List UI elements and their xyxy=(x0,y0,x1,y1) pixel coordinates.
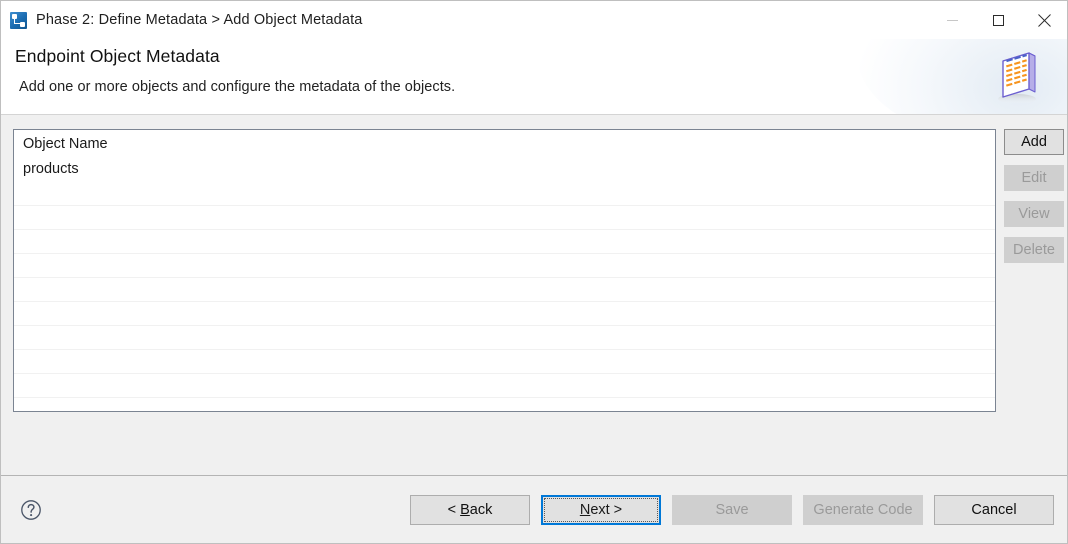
view-button: View xyxy=(1004,201,1064,227)
list-item-empty[interactable] xyxy=(14,302,995,326)
list-item[interactable]: products xyxy=(14,156,995,182)
cancel-button[interactable]: Cancel xyxy=(934,494,1054,525)
generate-code-button: Generate Code xyxy=(803,494,923,525)
close-button[interactable] xyxy=(1021,1,1067,39)
list-action-buttons: Add Edit View Delete xyxy=(1004,129,1064,263)
list-item-empty[interactable] xyxy=(14,206,995,230)
list-item-empty[interactable] xyxy=(14,374,995,398)
wizard-header: Endpoint Object Metadata Add one or more… xyxy=(1,39,1067,115)
wizard-window: Phase 2: Define Metadata > Add Object Me… xyxy=(0,0,1068,544)
window-title: Phase 2: Define Metadata > Add Object Me… xyxy=(36,12,363,28)
save-button: Save xyxy=(672,494,792,525)
object-list[interactable]: Object Name products xyxy=(13,129,996,412)
list-item-empty[interactable] xyxy=(14,278,995,302)
next-button[interactable]: Next > xyxy=(541,494,661,525)
list-item-empty[interactable] xyxy=(14,398,995,411)
maximize-icon xyxy=(992,14,1004,26)
main-content: Object Name products Add Edit View Delet… xyxy=(1,115,1067,475)
title-bar: Phase 2: Define Metadata > Add Object Me… xyxy=(1,1,1067,39)
list-item-empty[interactable] xyxy=(14,254,995,278)
node-diagram-icon xyxy=(10,11,27,29)
list-item-empty[interactable] xyxy=(14,326,995,350)
back-button[interactable]: < Back xyxy=(410,494,530,525)
page-subtitle: Add one or more objects and configure th… xyxy=(19,79,456,95)
edit-button: Edit xyxy=(1004,165,1064,191)
question-mark-icon[interactable] xyxy=(20,499,42,521)
wizard-nav-buttons: < Back Next > Save Generate Code Cancel xyxy=(410,494,1054,525)
page-title: Endpoint Object Metadata xyxy=(15,46,220,66)
add-button[interactable]: Add xyxy=(1004,129,1064,155)
minimize-icon xyxy=(946,19,958,21)
list-item-empty[interactable] xyxy=(14,182,995,206)
list-item-empty[interactable] xyxy=(14,230,995,254)
wizard-footer: < Back Next > Save Generate Code Cancel xyxy=(1,475,1067,543)
table-grid-icon xyxy=(998,52,1036,104)
list-item-empty[interactable] xyxy=(14,350,995,374)
window-controls xyxy=(929,1,1067,39)
delete-button: Delete xyxy=(1004,237,1064,263)
maximize-button[interactable] xyxy=(975,1,1021,39)
object-list-rows: Object Name products xyxy=(14,130,995,411)
minimize-button[interactable] xyxy=(929,1,975,39)
column-header-object-name: Object Name xyxy=(23,136,108,152)
close-icon xyxy=(1037,13,1051,27)
